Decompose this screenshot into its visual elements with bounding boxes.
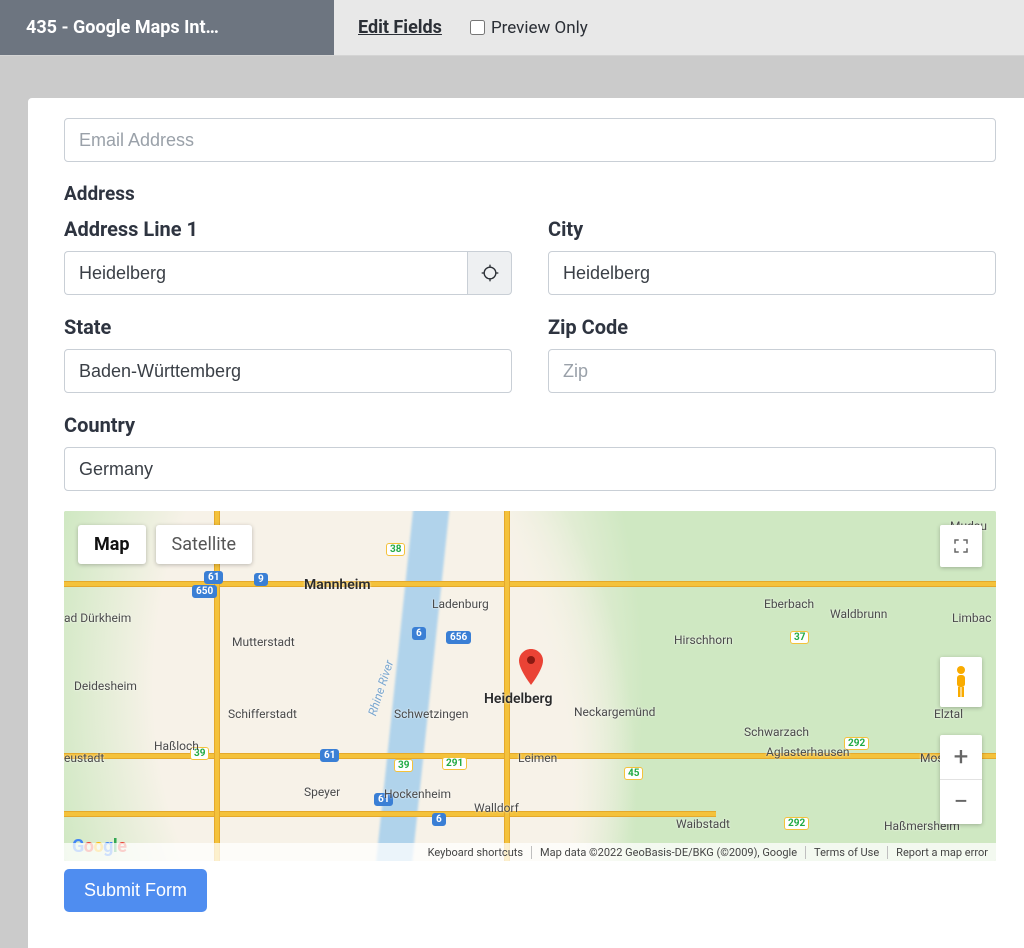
preview-only-toggle[interactable]: Preview Only [470, 18, 588, 38]
autobahn-shield: 6 [432, 813, 446, 826]
page-title: 435 - Google Maps Int… [0, 0, 334, 55]
town-label: Schwetzingen [394, 707, 469, 721]
zoom-out-button[interactable]: − [940, 780, 982, 824]
road-shield: 45 [624, 767, 643, 780]
town-label: Neckargemünd [574, 705, 655, 719]
map-type-satellite-button[interactable]: Satellite [156, 525, 252, 564]
map[interactable]: 61 650 9 6 656 61 61 6 38 39 39 291 37 2… [64, 511, 996, 861]
road-shield: 39 [394, 759, 413, 772]
pegman-icon [949, 665, 973, 699]
city-label: City [548, 217, 996, 241]
town-label: Heidelberg [484, 691, 552, 707]
road-shield: 291 [442, 757, 467, 770]
town-label: eustadt [64, 751, 104, 765]
town-label: Speyer [304, 785, 340, 799]
state-input[interactable] [64, 349, 512, 393]
fullscreen-icon [952, 537, 970, 555]
autobahn-shield: 61 [204, 571, 223, 584]
town-label: Waldbrunn [830, 607, 887, 621]
report-error-link[interactable]: Report a map error [887, 846, 996, 859]
locate-button[interactable] [467, 251, 512, 295]
fullscreen-button[interactable] [940, 525, 982, 567]
state-label: State [64, 315, 512, 339]
town-label: Haßloch [154, 739, 199, 753]
zoom-control: + − [940, 735, 982, 824]
preview-only-label: Preview Only [491, 18, 588, 38]
road-shield: 38 [386, 543, 405, 556]
town-label: Aglasterhausen [766, 745, 850, 759]
map-footer: Keyboard shortcuts Map data ©2022 GeoBas… [64, 843, 996, 861]
road-shield: 37 [790, 631, 809, 644]
city-input[interactable] [548, 251, 996, 295]
submit-button[interactable]: Submit Form [64, 869, 207, 912]
town-label: Ladenburg [432, 597, 489, 611]
road-shield: 292 [784, 817, 809, 830]
town-label: Mannheim [304, 577, 371, 593]
zip-label: Zip Code [548, 315, 996, 339]
town-label: Deidesheim [74, 679, 137, 693]
town-label: Elztal [934, 707, 963, 721]
autobahn-shield: 656 [446, 631, 471, 644]
autobahn-shield: 650 [192, 585, 217, 598]
edit-fields-link[interactable]: Edit Fields [358, 17, 442, 38]
town-label: Eberbach [764, 597, 814, 611]
town-label: Schwarzach [744, 725, 809, 739]
streetview-pegman-button[interactable] [940, 657, 982, 707]
town-label: Waibstadt [676, 817, 730, 831]
address-section-label: Address [64, 182, 996, 205]
town-label: ad Dürkheim [64, 611, 131, 625]
town-label: Leimen [518, 751, 557, 765]
address1-label: Address Line 1 [64, 217, 512, 241]
town-label: Limbac [952, 611, 991, 625]
town-label: Walldorf [474, 801, 519, 815]
terms-link[interactable]: Terms of Use [805, 846, 887, 859]
country-label: Country [64, 413, 996, 437]
map-type-switch: Map Satellite [78, 525, 252, 564]
zip-input[interactable] [548, 349, 996, 393]
locate-icon [480, 263, 500, 283]
email-input[interactable] [64, 118, 996, 162]
keyboard-shortcuts-link[interactable]: Keyboard shortcuts [420, 846, 531, 859]
autobahn-shield: 61 [320, 749, 339, 762]
map-type-map-button[interactable]: Map [78, 525, 146, 564]
town-label: Hockenheim [384, 787, 451, 801]
town-label: Hirschhorn [674, 633, 733, 647]
zoom-in-button[interactable]: + [940, 735, 982, 779]
address1-input[interactable] [64, 251, 467, 295]
preview-only-checkbox[interactable] [470, 20, 485, 35]
town-label: Mutterstadt [232, 635, 295, 649]
road [64, 811, 716, 817]
country-input[interactable] [64, 447, 996, 491]
topbar: 435 - Google Maps Int… Edit Fields Previ… [0, 0, 1024, 56]
town-label: Schifferstadt [228, 707, 297, 721]
autobahn-shield: 6 [412, 627, 426, 640]
map-data-label: Map data ©2022 GeoBasis-DE/BKG (©2009), … [531, 846, 805, 859]
form-card: Address Address Line 1 [28, 98, 1024, 948]
autobahn-shield: 9 [254, 573, 268, 586]
